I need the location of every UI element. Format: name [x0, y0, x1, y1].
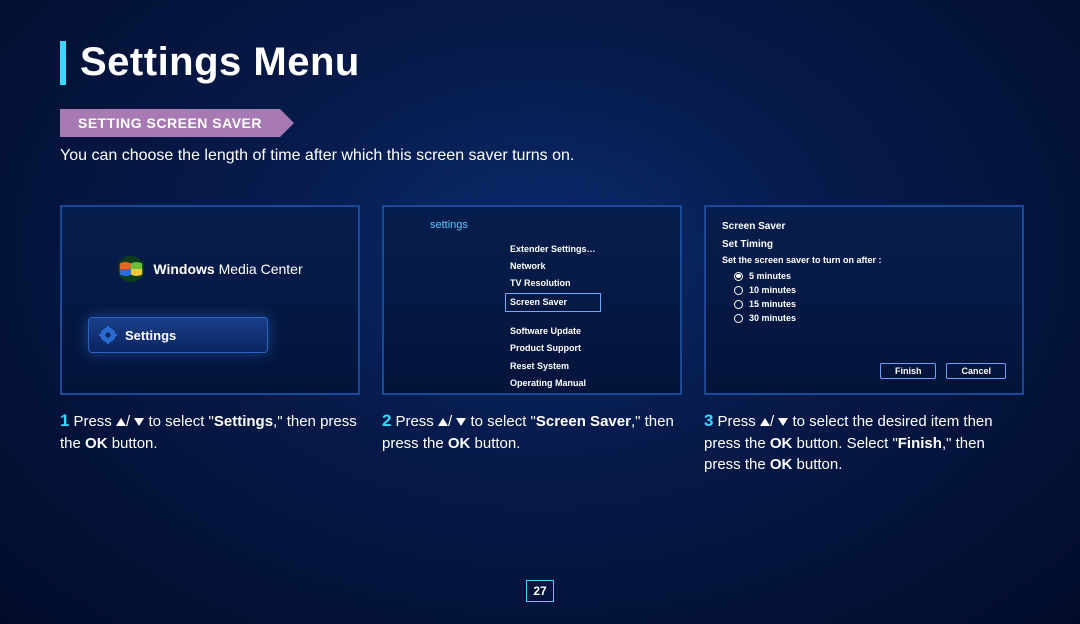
caption-1: 1Press / to select "Settings," then pres… — [60, 409, 360, 475]
title-row: Settings Menu — [60, 40, 1020, 85]
up-triangle-icon — [116, 418, 126, 426]
wmc-brand-text: Windows Media Center — [153, 261, 302, 277]
option-10-minutes[interactable]: 10 minutes — [734, 285, 796, 295]
settings-menu-list: Extender Settings… Network TV Resolution… — [510, 241, 596, 392]
settings-button[interactable]: Settings — [88, 317, 268, 353]
up-triangle-icon — [438, 418, 448, 426]
section-heading: SETTING SCREEN SAVER — [60, 109, 280, 137]
screen-saver-subtitle: Set Timing — [722, 239, 773, 250]
menu-item[interactable]: Network — [510, 258, 596, 275]
option-15-minutes[interactable]: 15 minutes — [734, 299, 796, 309]
radio-icon — [734, 272, 743, 281]
page-title: Settings Menu — [80, 40, 360, 85]
down-triangle-icon — [778, 418, 788, 426]
caption-3: 3Press / to select the desired item then… — [704, 409, 1024, 475]
radio-icon — [734, 314, 743, 323]
menu-item[interactable]: Reset System — [510, 358, 596, 375]
down-triangle-icon — [456, 418, 466, 426]
menu-item[interactable]: Extender Settings… — [510, 241, 596, 258]
screen-saver-title: Screen Saver — [722, 221, 785, 232]
radio-icon — [734, 286, 743, 295]
panel-screen-saver: Screen Saver Set Timing Set the screen s… — [704, 205, 1024, 395]
cancel-button[interactable]: Cancel — [946, 363, 1006, 379]
gear-icon — [99, 326, 117, 344]
panel-wmc-home: Windows Media Center Settings — [60, 205, 360, 395]
menu-item[interactable]: Operating Manual — [510, 375, 596, 392]
up-triangle-icon — [760, 418, 770, 426]
page-number: 27 — [526, 580, 554, 602]
finish-button[interactable]: Finish — [880, 363, 937, 379]
settings-button-label: Settings — [125, 328, 176, 343]
title-accent-bar — [60, 41, 66, 85]
option-30-minutes[interactable]: 30 minutes — [734, 313, 796, 323]
menu-item[interactable]: Product Support — [510, 340, 596, 357]
down-triangle-icon — [134, 418, 144, 426]
menu-item[interactable]: TV Resolution — [510, 275, 596, 292]
panel-settings-menu: settings Extender Settings… Network TV R… — [382, 205, 682, 395]
screen-saver-instruction: Set the screen saver to turn on after : — [722, 255, 882, 265]
radio-icon — [734, 300, 743, 309]
menu-item-selected[interactable]: Screen Saver — [505, 293, 601, 312]
menu-item[interactable]: Software Update — [510, 323, 596, 340]
settings-menu-header: settings — [430, 219, 468, 231]
step-panels: Windows Media Center Settings settings E… — [60, 205, 1020, 395]
wmc-brand: Windows Media Center — [62, 255, 358, 288]
caption-2: 2Press / to select "Screen Saver," then … — [382, 409, 682, 475]
intro-text: You can choose the length of time after … — [60, 147, 1020, 165]
screen-saver-options: 5 minutes 10 minutes 15 minutes 30 minut… — [734, 271, 796, 327]
option-5-minutes[interactable]: 5 minutes — [734, 271, 796, 281]
windows-logo-icon — [117, 255, 145, 283]
step-captions: 1Press / to select "Settings," then pres… — [60, 409, 1020, 475]
